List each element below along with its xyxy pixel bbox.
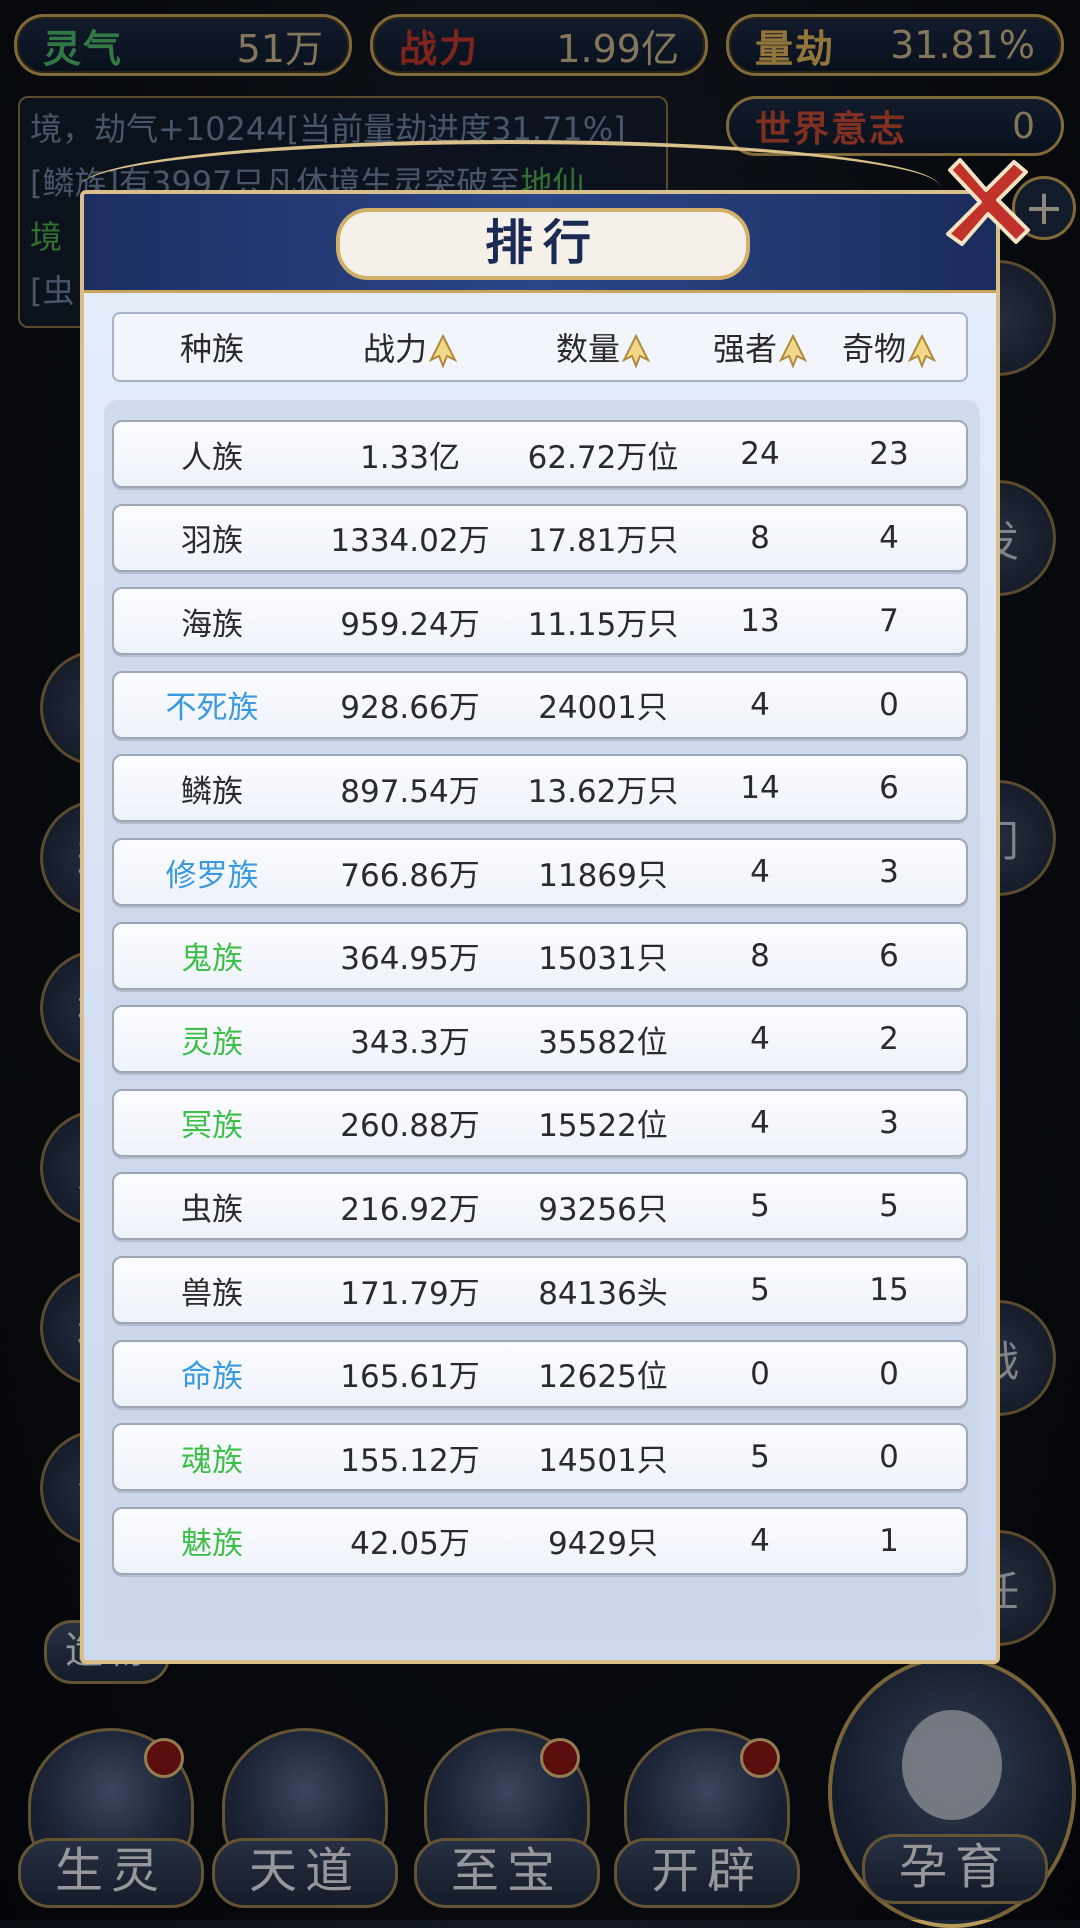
count-cell: 13.62万只 — [527, 773, 679, 810]
strong-cell: 4 — [750, 1021, 770, 1058]
race-cell: 不死族 — [165, 690, 259, 727]
column-count[interactable]: 数量 — [510, 324, 696, 370]
table-row[interactable]: 魅族 42.05万 9429只 4 1 — [112, 1506, 968, 1575]
power-cell: 364.95万 — [340, 941, 480, 978]
treasure-cell: 15 — [869, 1272, 909, 1308]
power-cell: 260.88万 — [340, 1108, 480, 1145]
count-cell: 62.72万位 — [527, 439, 679, 476]
strong-cell: 5 — [750, 1272, 770, 1308]
column-strong[interactable]: 强者 — [696, 324, 824, 370]
power-cell: 928.66万 — [340, 690, 480, 727]
strong-cell: 24 — [740, 436, 780, 472]
treasure-cell: 1 — [879, 1522, 899, 1559]
count-cell: 17.81万只 — [527, 523, 679, 560]
count-cell: 9429只 — [548, 1526, 658, 1563]
strong-cell: 8 — [750, 937, 770, 974]
strong-cell: 4 — [750, 686, 770, 723]
sort-arrow-icon — [622, 334, 650, 368]
power-cell: 343.3万 — [350, 1024, 470, 1061]
table-row[interactable]: 海族 959.24万 11.15万只 13 7 — [112, 587, 968, 656]
column-race: 种族 — [179, 330, 244, 368]
treasure-cell: 3 — [879, 1104, 899, 1141]
power-cell: 766.86万 — [340, 857, 480, 894]
power-cell: 1.33亿 — [359, 439, 461, 476]
race-cell: 魂族 — [181, 1442, 243, 1479]
race-cell: 灵族 — [181, 1024, 243, 1061]
count-cell: 15522位 — [538, 1108, 668, 1145]
treasure-cell: 5 — [879, 1188, 899, 1225]
sort-arrow-icon — [429, 334, 457, 368]
table-row[interactable]: 鬼族 364.95万 15031只 8 6 — [112, 921, 968, 990]
close-x-icon[interactable] — [940, 156, 1032, 248]
treasure-cell: 0 — [879, 1355, 899, 1392]
table-header: 种族 战力 数量 强者 奇物 — [112, 312, 968, 382]
count-cell: 35582位 — [538, 1024, 668, 1061]
count-cell: 14501只 — [538, 1442, 668, 1479]
count-cell: 24001只 — [538, 690, 668, 727]
strong-cell: 14 — [740, 770, 780, 807]
power-cell: 897.54万 — [340, 773, 480, 810]
strong-cell: 4 — [750, 1522, 770, 1559]
strong-cell: 8 — [750, 519, 770, 556]
count-cell: 93256只 — [538, 1191, 668, 1228]
table-row[interactable]: 命族 165.61万 12625位 0 0 — [112, 1339, 968, 1408]
modal-header: 排行 — [84, 194, 996, 293]
modal-title: 排行 — [336, 208, 750, 280]
treasure-cell: 3 — [879, 854, 899, 890]
count-cell: 12625位 — [538, 1359, 668, 1396]
table-row[interactable]: 鳞族 897.54万 13.62万只 14 6 — [112, 754, 968, 823]
count-cell: 11869只 — [538, 857, 668, 894]
ranking-modal: 排行 种族 战力 数量 强者 奇物 人族 1.33亿 62.72万位 24 23 羽族 13… — [80, 190, 1000, 1664]
treasure-cell: 0 — [879, 686, 899, 723]
strong-cell: 5 — [750, 1188, 770, 1225]
race-cell: 鬼族 — [181, 941, 243, 978]
table-row[interactable]: 虫族 216.92万 93256只 5 5 — [112, 1172, 968, 1241]
race-cell: 修罗族 — [165, 857, 259, 894]
race-cell: 兽族 — [181, 1275, 243, 1312]
table-row[interactable]: 羽族 1334.02万 17.81万只 8 4 — [112, 503, 968, 572]
table-row[interactable]: 人族 1.33亿 62.72万位 24 23 — [112, 420, 968, 488]
strong-cell: 4 — [750, 854, 770, 890]
race-cell: 命族 — [181, 1359, 243, 1396]
race-cell: 冥族 — [181, 1108, 243, 1145]
race-cell: 海族 — [181, 606, 243, 643]
sort-arrow-icon — [779, 334, 807, 368]
race-cell: 虫族 — [181, 1191, 243, 1228]
strong-cell: 5 — [750, 1439, 770, 1476]
strong-cell: 4 — [750, 1104, 770, 1141]
race-cell: 魅族 — [181, 1526, 243, 1563]
power-cell: 165.61万 — [340, 1359, 480, 1396]
table-row[interactable]: 冥族 260.88万 15522位 4 3 — [112, 1088, 968, 1157]
treasure-cell: 0 — [879, 1439, 899, 1476]
power-cell: 42.05万 — [350, 1526, 470, 1563]
sort-arrow-icon — [908, 334, 936, 368]
treasure-cell: 6 — [879, 937, 899, 974]
power-cell: 959.24万 — [340, 606, 480, 643]
race-cell: 人族 — [181, 439, 243, 476]
treasure-cell: 23 — [869, 436, 909, 472]
treasure-cell: 2 — [879, 1021, 899, 1058]
power-cell: 171.79万 — [340, 1275, 480, 1312]
count-cell: 84136头 — [538, 1275, 668, 1312]
strong-cell: 0 — [750, 1355, 770, 1392]
count-cell: 11.15万只 — [527, 606, 679, 643]
table-row[interactable]: 兽族 171.79万 84136头 5 15 — [112, 1256, 968, 1324]
treasure-cell: 4 — [879, 519, 899, 556]
table-row[interactable]: 修罗族 766.86万 11869只 4 3 — [112, 838, 968, 906]
power-cell: 155.12万 — [340, 1442, 480, 1479]
count-cell: 15031只 — [538, 941, 668, 978]
strong-cell: 13 — [740, 603, 780, 640]
treasure-cell: 7 — [879, 603, 899, 640]
column-power[interactable]: 战力 — [310, 324, 510, 370]
power-cell: 216.92万 — [340, 1191, 480, 1228]
table-row[interactable]: 灵族 343.3万 35582位 4 2 — [112, 1005, 968, 1074]
race-cell: 鳞族 — [181, 773, 243, 810]
power-cell: 1334.02万 — [330, 523, 490, 560]
race-cell: 羽族 — [181, 523, 243, 560]
table-row[interactable]: 魂族 155.12万 14501只 5 0 — [112, 1423, 968, 1492]
treasure-cell: 6 — [879, 770, 899, 807]
column-treasure[interactable]: 奇物 — [824, 324, 954, 370]
table-row[interactable]: 不死族 928.66万 24001只 4 0 — [112, 670, 968, 739]
